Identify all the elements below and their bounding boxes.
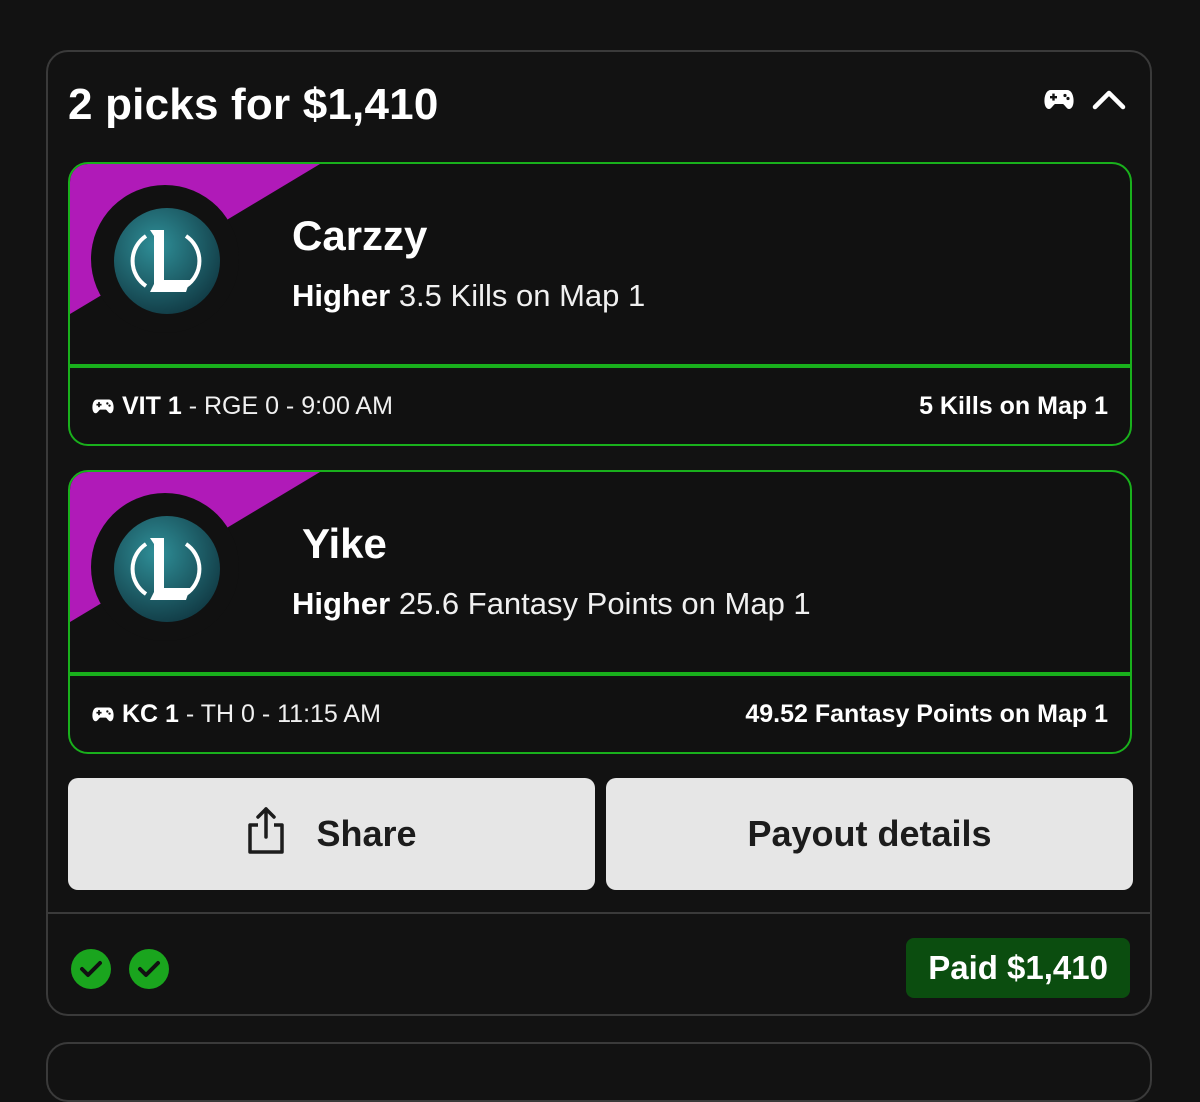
pick-direction: Higher <box>292 278 391 313</box>
match-team1: VIT 1 <box>122 392 182 420</box>
league-logo-icon <box>91 493 239 641</box>
player-name: Yike <box>302 520 387 567</box>
pick-footer: VIT 1 - RGE 0 - 9:00 AM 5 Kills on Map 1 <box>92 392 1108 421</box>
payout-details-label: Payout details <box>747 813 992 854</box>
check-icon <box>128 948 170 995</box>
pick-divider <box>70 364 1130 368</box>
payout-details-button[interactable]: Payout details <box>606 778 1133 890</box>
pick-result: 5 Kills on Map 1 <box>919 392 1108 420</box>
pick-line: Higher 25.6 Fantasy Points on Map 1 <box>292 586 811 622</box>
league-logo-icon <box>91 185 239 333</box>
pick-stat: 25.6 Fantasy Points on Map 1 <box>398 586 811 621</box>
pick-status-checks <box>70 948 170 995</box>
check-icon <box>70 948 112 995</box>
match-team1: KC 1 <box>122 700 179 728</box>
match-info: - TH 0 - 11:15 AM <box>178 700 381 728</box>
pick-card[interactable]: Carzzy Higher 3.5 Kills on Map 1 VIT 1 -… <box>68 162 1132 446</box>
pick-footer: KC 1 - TH 0 - 11:15 AM 49.52 Fantasy Poi… <box>92 700 1108 729</box>
pick-line: Higher 3.5 Kills on Map 1 <box>292 278 645 314</box>
pick-result: 49.52 Fantasy Points on Map 1 <box>745 700 1108 728</box>
share-label: Share <box>316 813 417 854</box>
paid-badge: Paid $1,410 <box>906 938 1130 998</box>
chevron-up-icon[interactable] <box>1092 88 1126 115</box>
footer-divider <box>48 912 1150 914</box>
share-icon <box>246 805 286 864</box>
pick-direction: Higher <box>292 586 391 621</box>
next-entry-card[interactable] <box>46 1042 1152 1102</box>
share-button[interactable]: Share <box>68 778 595 890</box>
player-name: Carzzy <box>292 212 428 259</box>
gamepad-icon <box>1044 88 1074 115</box>
pick-divider <box>70 672 1130 676</box>
entry-title: 2 picks for $1,410 <box>68 80 439 129</box>
gamepad-icon <box>92 392 114 421</box>
entry-card: 2 picks for $1,410 Carzzy Higher 3.5 Kil… <box>46 50 1152 1016</box>
match-info: - RGE 0 - 9:00 AM <box>181 392 393 420</box>
pick-stat: 3.5 Kills on Map 1 <box>398 278 646 313</box>
pick-card[interactable]: Yike Higher 25.6 Fantasy Points on Map 1… <box>68 470 1132 754</box>
gamepad-icon <box>92 700 114 729</box>
header-icons <box>1044 88 1126 115</box>
